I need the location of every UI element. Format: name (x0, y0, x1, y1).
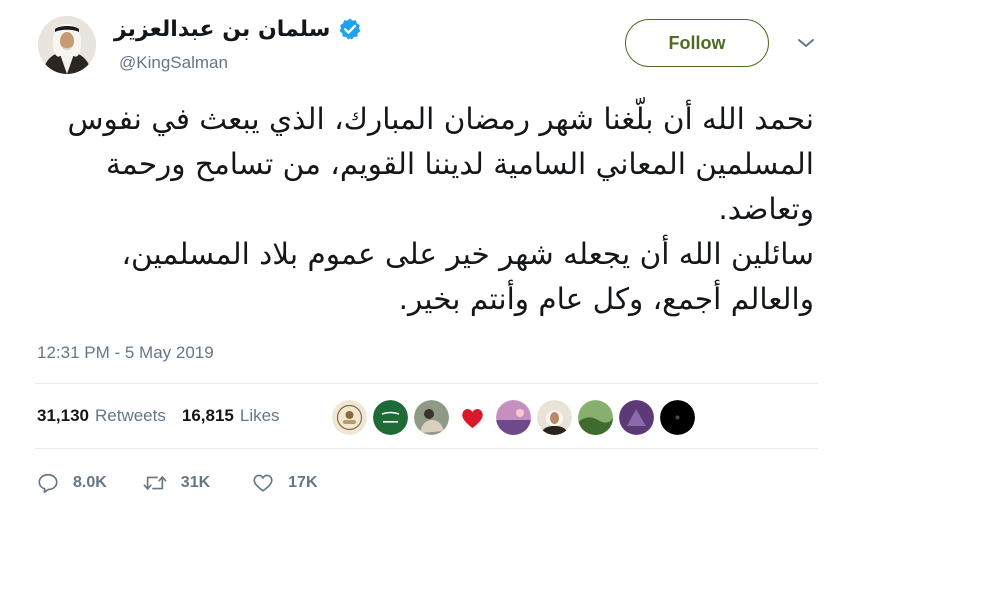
reply-count: 8.0K (73, 474, 107, 491)
tweet-paragraph: سائلين الله أن يجعله شهر خير على عموم بل… (121, 237, 814, 316)
liker-avatar[interactable] (373, 399, 408, 435)
likes-label[interactable]: Likes (240, 406, 280, 426)
tweet-paragraph: نحمد الله أن بلّغنا شهر رمضان المبارك، ا… (67, 102, 814, 226)
like-count: 17K (288, 474, 318, 491)
liker-avatar[interactable] (537, 399, 572, 435)
tweet-actions: 8.0K 31K 17K (37, 471, 318, 495)
retweet-icon[interactable] (143, 472, 167, 494)
liker-avatar[interactable] (332, 399, 367, 435)
heart-icon[interactable] (252, 472, 274, 494)
divider (35, 448, 819, 449)
liker-avatar[interactable] (455, 399, 490, 435)
liker-avatar[interactable] (414, 399, 449, 435)
reply-icon[interactable] (37, 472, 59, 494)
like-action[interactable]: 17K (252, 472, 318, 494)
tweet-stats: 31,130 Retweets 16,815 Likes (37, 404, 280, 428)
liker-avatars (332, 399, 695, 435)
liker-avatar[interactable] (578, 399, 613, 435)
chevron-down-icon[interactable] (796, 36, 816, 50)
liker-avatar[interactable] (660, 399, 695, 435)
retweets-label[interactable]: Retweets (95, 406, 166, 426)
user-name-row[interactable]: سلمان بن عبدالعزيز (114, 12, 362, 46)
liker-avatar[interactable] (619, 399, 654, 435)
tweet-timestamp[interactable]: 12:31 PM - 5 May 2019 (37, 343, 214, 363)
follow-button[interactable]: Follow (625, 19, 769, 67)
retweet-action[interactable]: 31K (143, 472, 210, 494)
reply-action[interactable]: 8.0K (37, 472, 107, 494)
user-display-name[interactable]: سلمان بن عبدالعزيز (114, 17, 330, 42)
avatar[interactable] (38, 16, 96, 74)
divider (35, 383, 819, 384)
retweet-count: 31K (180, 474, 211, 491)
likes-count[interactable]: 16,815 (182, 406, 234, 426)
retweets-count[interactable]: 31,130 (37, 406, 89, 426)
tweet-text: نحمد الله أن بلّغنا شهر رمضان المبارك، ا… (30, 97, 814, 322)
verified-badge-icon (340, 18, 361, 40)
user-handle[interactable]: @KingSalman (119, 53, 228, 73)
liker-avatar[interactable] (496, 399, 531, 435)
tweet-card: سلمان بن عبدالعزيز @KingSalman Follow نح… (0, 0, 1000, 594)
